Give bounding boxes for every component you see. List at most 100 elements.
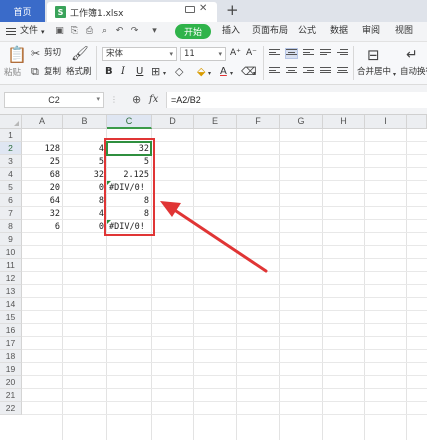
menu-formulas[interactable]: 公式 xyxy=(298,25,316,38)
row-header-22[interactable]: 22 xyxy=(0,402,22,415)
row-header-7[interactable]: 7 xyxy=(0,207,22,220)
paste-button[interactable]: 粘贴 xyxy=(4,68,21,79)
home-tab[interactable]: 首页 xyxy=(0,0,45,22)
row-header-16[interactable]: 16 xyxy=(0,324,22,337)
menu-view[interactable]: 视图 xyxy=(395,25,413,38)
cell-a4[interactable]: 68 xyxy=(22,169,62,182)
cell-b8[interactable]: 0 xyxy=(63,221,106,234)
menu-insert[interactable]: 插入 xyxy=(222,25,240,38)
row-header-8[interactable]: 8 xyxy=(0,220,22,233)
borders-dropdown-icon[interactable]: ▾ xyxy=(163,68,166,80)
save-icon[interactable]: ▣ xyxy=(55,27,64,36)
cell-b3[interactable]: 5 xyxy=(63,156,106,169)
row-header-10[interactable]: 10 xyxy=(0,246,22,259)
fill-color-icon[interactable]: ◇ xyxy=(175,66,183,78)
row-header-12[interactable]: 12 xyxy=(0,272,22,285)
cell-b6[interactable]: 8 xyxy=(63,195,106,208)
format-painter-icon[interactable]: 🖌 xyxy=(71,46,89,62)
row-header-18[interactable]: 18 xyxy=(0,350,22,363)
cell-a2[interactable]: 128 xyxy=(22,143,62,156)
file-menu-chevron-icon[interactable]: ▾ xyxy=(41,26,45,39)
merge-dropdown-icon[interactable]: ▾ xyxy=(393,69,396,81)
name-box[interactable]: C2 ▾ xyxy=(4,92,104,108)
row-header-19[interactable]: 19 xyxy=(0,363,22,376)
menu-page-layout[interactable]: 页面布局 xyxy=(252,25,288,38)
wrap-text-button[interactable]: 自动换行 xyxy=(400,67,427,78)
wrap-text-icon[interactable]: ↵ xyxy=(406,47,418,63)
align-middle-icon[interactable] xyxy=(285,48,298,59)
align-left-icon[interactable] xyxy=(269,67,280,76)
cell-a7[interactable]: 32 xyxy=(22,208,62,221)
font-size-select[interactable]: 11 ▾ xyxy=(180,47,226,61)
clear-dropdown-icon[interactable]: ▾ xyxy=(253,68,256,80)
row-header-3[interactable]: 3 xyxy=(0,155,22,168)
column-header-i[interactable]: I xyxy=(365,115,407,129)
redo-icon[interactable]: ↷ xyxy=(130,27,139,36)
column-header-h[interactable]: H xyxy=(323,115,365,129)
quick-access-more-icon[interactable]: ▾ xyxy=(150,27,159,36)
bold-button[interactable]: B xyxy=(105,66,113,77)
indent-icon[interactable] xyxy=(337,49,348,58)
font-name-select[interactable]: 宋体 ▾ xyxy=(102,47,177,61)
cell-a8[interactable]: 6 xyxy=(22,221,62,234)
copy-icon[interactable]: ⧉ xyxy=(31,66,39,78)
font-color-dropdown-icon[interactable]: ▾ xyxy=(230,68,233,80)
copy-button[interactable]: 复制 xyxy=(44,67,61,78)
print-preview-icon[interactable]: ⌕ xyxy=(100,27,109,36)
fill-dropdown-icon[interactable]: ▾ xyxy=(208,68,211,80)
align-top-icon[interactable] xyxy=(269,49,280,58)
function-icon[interactable]: fx xyxy=(149,93,158,106)
formula-input[interactable]: =A2/B2 xyxy=(166,92,427,108)
format-painter-button[interactable]: 格式刷 xyxy=(66,67,92,78)
align-bottom-icon[interactable] xyxy=(303,49,314,58)
distributed-icon[interactable] xyxy=(337,67,348,76)
zoom-icon[interactable]: ⊕ xyxy=(132,94,141,106)
font-color-button[interactable]: A xyxy=(220,66,227,77)
undo-icon[interactable]: ↶ xyxy=(115,27,124,36)
column-header-partial[interactable] xyxy=(407,115,427,129)
select-all-corner[interactable] xyxy=(0,115,22,129)
column-header-a[interactable]: A xyxy=(22,115,63,129)
cut-icon[interactable]: ✂ xyxy=(31,48,40,60)
row-header-21[interactable]: 21 xyxy=(0,389,22,402)
row-header-6[interactable]: 6 xyxy=(0,194,22,207)
increase-font-button[interactable]: A⁺ xyxy=(230,48,241,59)
row-header-15[interactable]: 15 xyxy=(0,311,22,324)
column-header-c[interactable]: C xyxy=(107,115,152,129)
column-header-d[interactable]: D xyxy=(152,115,194,129)
row-header-5[interactable]: 5 xyxy=(0,181,22,194)
export-pdf-icon[interactable]: ⎘ xyxy=(70,27,79,36)
cell-a5[interactable]: 20 xyxy=(22,182,62,195)
row-header-2[interactable]: 2 xyxy=(0,142,22,155)
new-tab-button[interactable]: + xyxy=(226,2,239,18)
row-header-13[interactable]: 13 xyxy=(0,285,22,298)
row-header-1[interactable]: 1 xyxy=(0,129,22,142)
row-header-17[interactable]: 17 xyxy=(0,337,22,350)
column-header-e[interactable]: E xyxy=(194,115,237,129)
menu-file[interactable]: 文件 xyxy=(20,25,38,38)
row-header-14[interactable]: 14 xyxy=(0,298,22,311)
menu-start-tab[interactable]: 开始 xyxy=(175,24,211,39)
cell-a6[interactable]: 64 xyxy=(22,195,62,208)
row-header-9[interactable]: 9 xyxy=(0,233,22,246)
cell-b5[interactable]: 0 xyxy=(63,182,106,195)
monitor-icon[interactable] xyxy=(185,5,195,13)
close-tab-icon[interactable]: ✕ xyxy=(199,4,207,14)
merge-center-button[interactable]: 合并居中 xyxy=(357,67,391,78)
spreadsheet-grid[interactable]: A B C D E F G H I 1 2 3 4 5 6 7 8 9 10 1… xyxy=(0,115,427,440)
row-header-20[interactable]: 20 xyxy=(0,376,22,389)
menu-review[interactable]: 审阅 xyxy=(362,25,380,38)
wrap-lines-icon[interactable] xyxy=(320,49,331,58)
row-header-11[interactable]: 11 xyxy=(0,259,22,272)
cell-b4[interactable]: 32 xyxy=(63,169,106,182)
cell-a3[interactable]: 25 xyxy=(22,156,62,169)
merge-center-icon[interactable]: ⊟ xyxy=(367,47,380,63)
fill-bucket-icon[interactable]: ⬙ xyxy=(197,66,205,78)
column-header-f[interactable]: F xyxy=(237,115,280,129)
decrease-font-button[interactable]: A⁻ xyxy=(246,48,257,59)
cell-b2[interactable]: 4 xyxy=(63,143,106,156)
print-icon[interactable]: ⎙ xyxy=(85,27,94,36)
column-header-g[interactable]: G xyxy=(280,115,323,129)
column-header-b[interactable]: B xyxy=(63,115,107,129)
paste-icon[interactable]: 📋 xyxy=(7,46,27,64)
